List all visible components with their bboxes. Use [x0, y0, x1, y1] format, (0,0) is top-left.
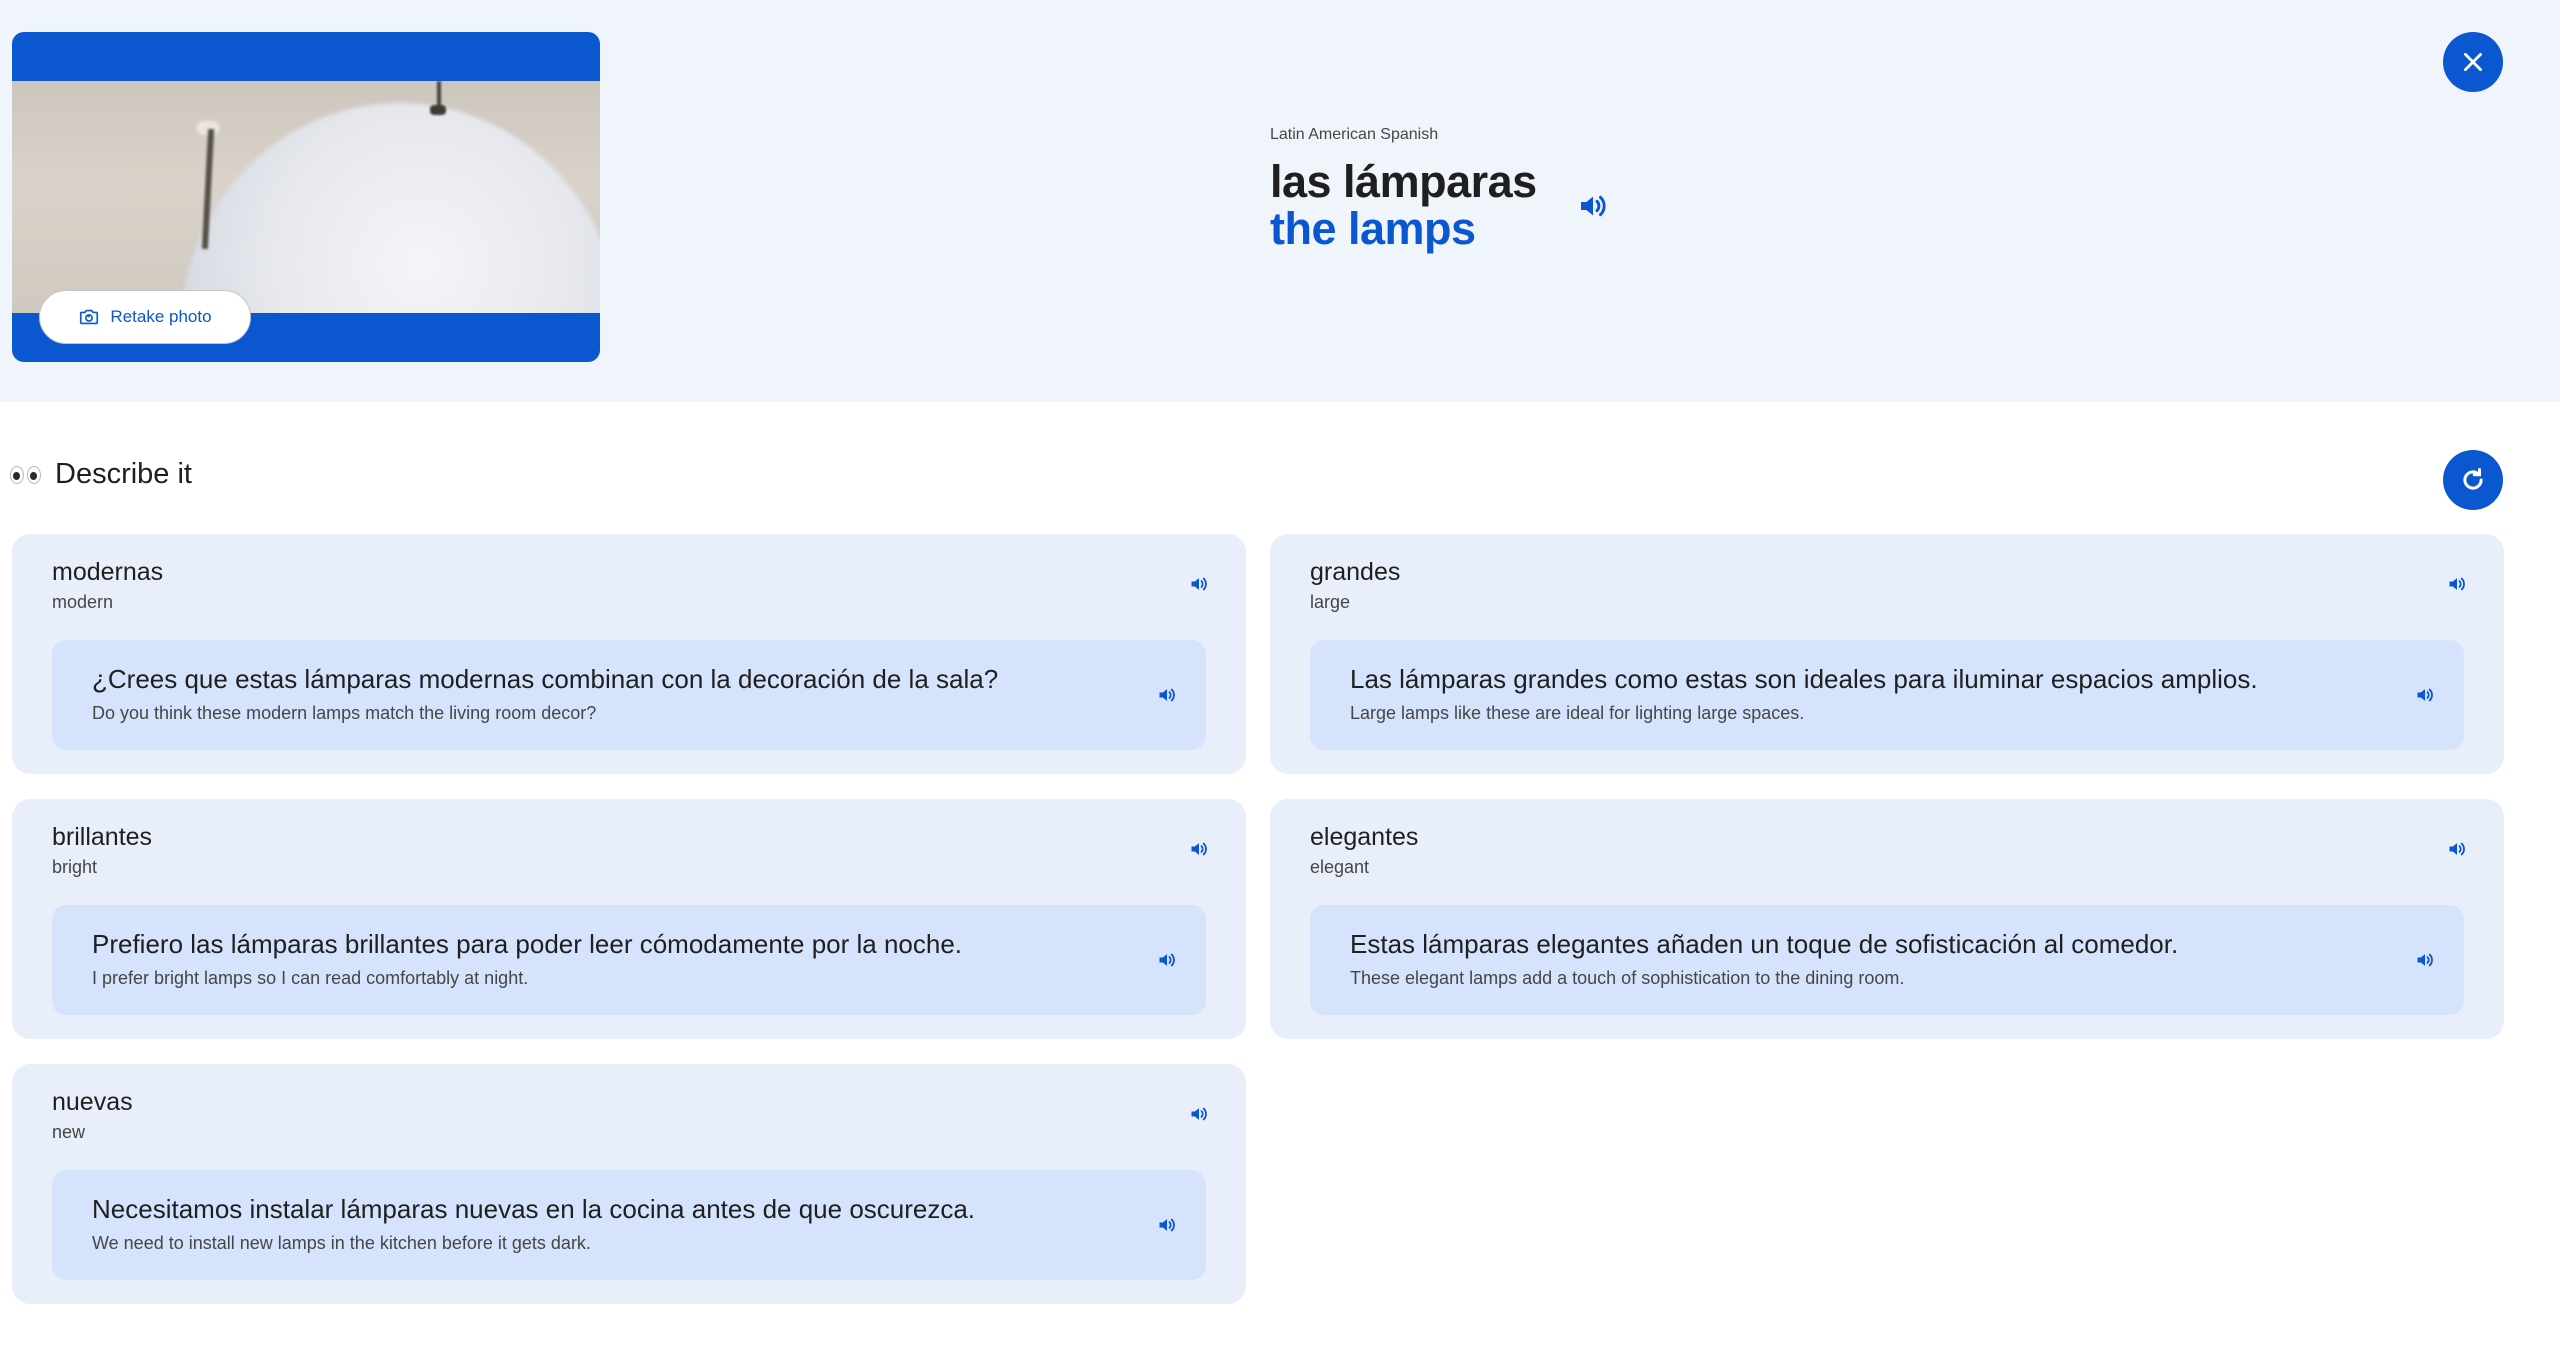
word-card-nuevas: nuevas new Necesitamos instalar lámparas… — [12, 1064, 1246, 1304]
speaker-icon[interactable] — [2414, 685, 2436, 705]
sentence-english: I prefer bright lamps so I can read comf… — [92, 968, 529, 988]
word-card-elegantes: elegantes elegant Estas lámparas elegant… — [1270, 799, 2504, 1039]
example-sentence: Prefiero las lámparas brillantes para po… — [52, 905, 1206, 1015]
card-word: nuevas — [52, 1088, 133, 1116]
example-sentence: Estas lámparas elegantes añaden un toque… — [1310, 905, 2464, 1015]
speaker-icon[interactable] — [2446, 574, 2468, 594]
speaker-icon[interactable] — [1156, 685, 1178, 705]
example-sentence: Las lámparas grandes como estas son idea… — [1310, 640, 2464, 750]
card-meaning: new — [52, 1122, 86, 1142]
sentence-spanish: ¿Crees que estas lámparas modernas combi… — [92, 664, 999, 694]
card-meaning: elegant — [1310, 857, 1370, 877]
camera-icon — [80, 309, 99, 325]
retake-photo-label: Retake photo — [110, 307, 212, 326]
card-meaning: modern — [52, 592, 114, 612]
card-meaning: large — [1310, 592, 1351, 612]
card-meaning: bright — [52, 857, 98, 877]
describe-title: Describe it — [55, 458, 192, 490]
sentence-english: These elegant lamps add a touch of sophi… — [1350, 968, 1905, 988]
card-word: brillantes — [52, 823, 153, 851]
retake-photo-button[interactable]: Retake photo — [39, 290, 251, 344]
speaker-icon[interactable] — [1188, 1104, 1210, 1124]
card-word: elegantes — [1310, 823, 1419, 851]
translation-text: the lamps — [1270, 203, 1476, 254]
speaker-icon[interactable] — [1188, 574, 1210, 594]
language-label: Latin American Spanish — [1270, 126, 1439, 143]
term-text: las lámparas — [1270, 156, 1537, 207]
example-sentence: ¿Crees que estas lámparas modernas combi… — [52, 640, 1206, 750]
speaker-icon[interactable] — [1188, 839, 1210, 859]
sentence-spanish: Prefiero las lámparas brillantes para po… — [92, 929, 963, 959]
sentence-spanish: Necesitamos instalar lámparas nuevas en … — [92, 1194, 976, 1224]
close-icon — [2464, 53, 2482, 71]
sentence-spanish: Las lámparas grandes como estas son idea… — [1350, 664, 2258, 694]
word-card-modernas: modernas modern ¿Crees que estas lámpara… — [12, 534, 1246, 774]
example-sentence: Necesitamos instalar lámparas nuevas en … — [52, 1170, 1206, 1280]
word-card-brillantes: brillantes bright Prefiero las lámparas … — [12, 799, 1246, 1039]
speaker-icon[interactable] — [1156, 950, 1178, 970]
sentence-spanish: Estas lámparas elegantes añaden un toque… — [1350, 929, 2179, 959]
speaker-icon[interactable] — [2446, 839, 2468, 859]
speaker-icon[interactable] — [2414, 950, 2436, 970]
sentence-english: Large lamps like these are ideal for lig… — [1350, 703, 1805, 723]
card-word: modernas — [52, 558, 164, 586]
speaker-icon[interactable] — [1575, 190, 1611, 222]
sentence-english: Do you think these modern lamps match th… — [92, 703, 597, 723]
word-card-grandes: grandes large Las lámparas grandes como … — [1270, 534, 2504, 774]
describe-header: Describe it — [10, 458, 192, 491]
header-section: Retake photo Latin American Spanish las … — [0, 0, 2560, 402]
card-word: grandes — [1310, 558, 1401, 586]
eyes-emoji-icon — [10, 465, 41, 484]
close-button[interactable] — [2443, 32, 2503, 92]
speaker-icon[interactable] — [1156, 1215, 1178, 1235]
refresh-icon — [2463, 468, 2483, 490]
refresh-button[interactable] — [2443, 450, 2503, 510]
sentence-english: We need to install new lamps in the kitc… — [92, 1233, 591, 1253]
photo-image — [12, 81, 600, 313]
